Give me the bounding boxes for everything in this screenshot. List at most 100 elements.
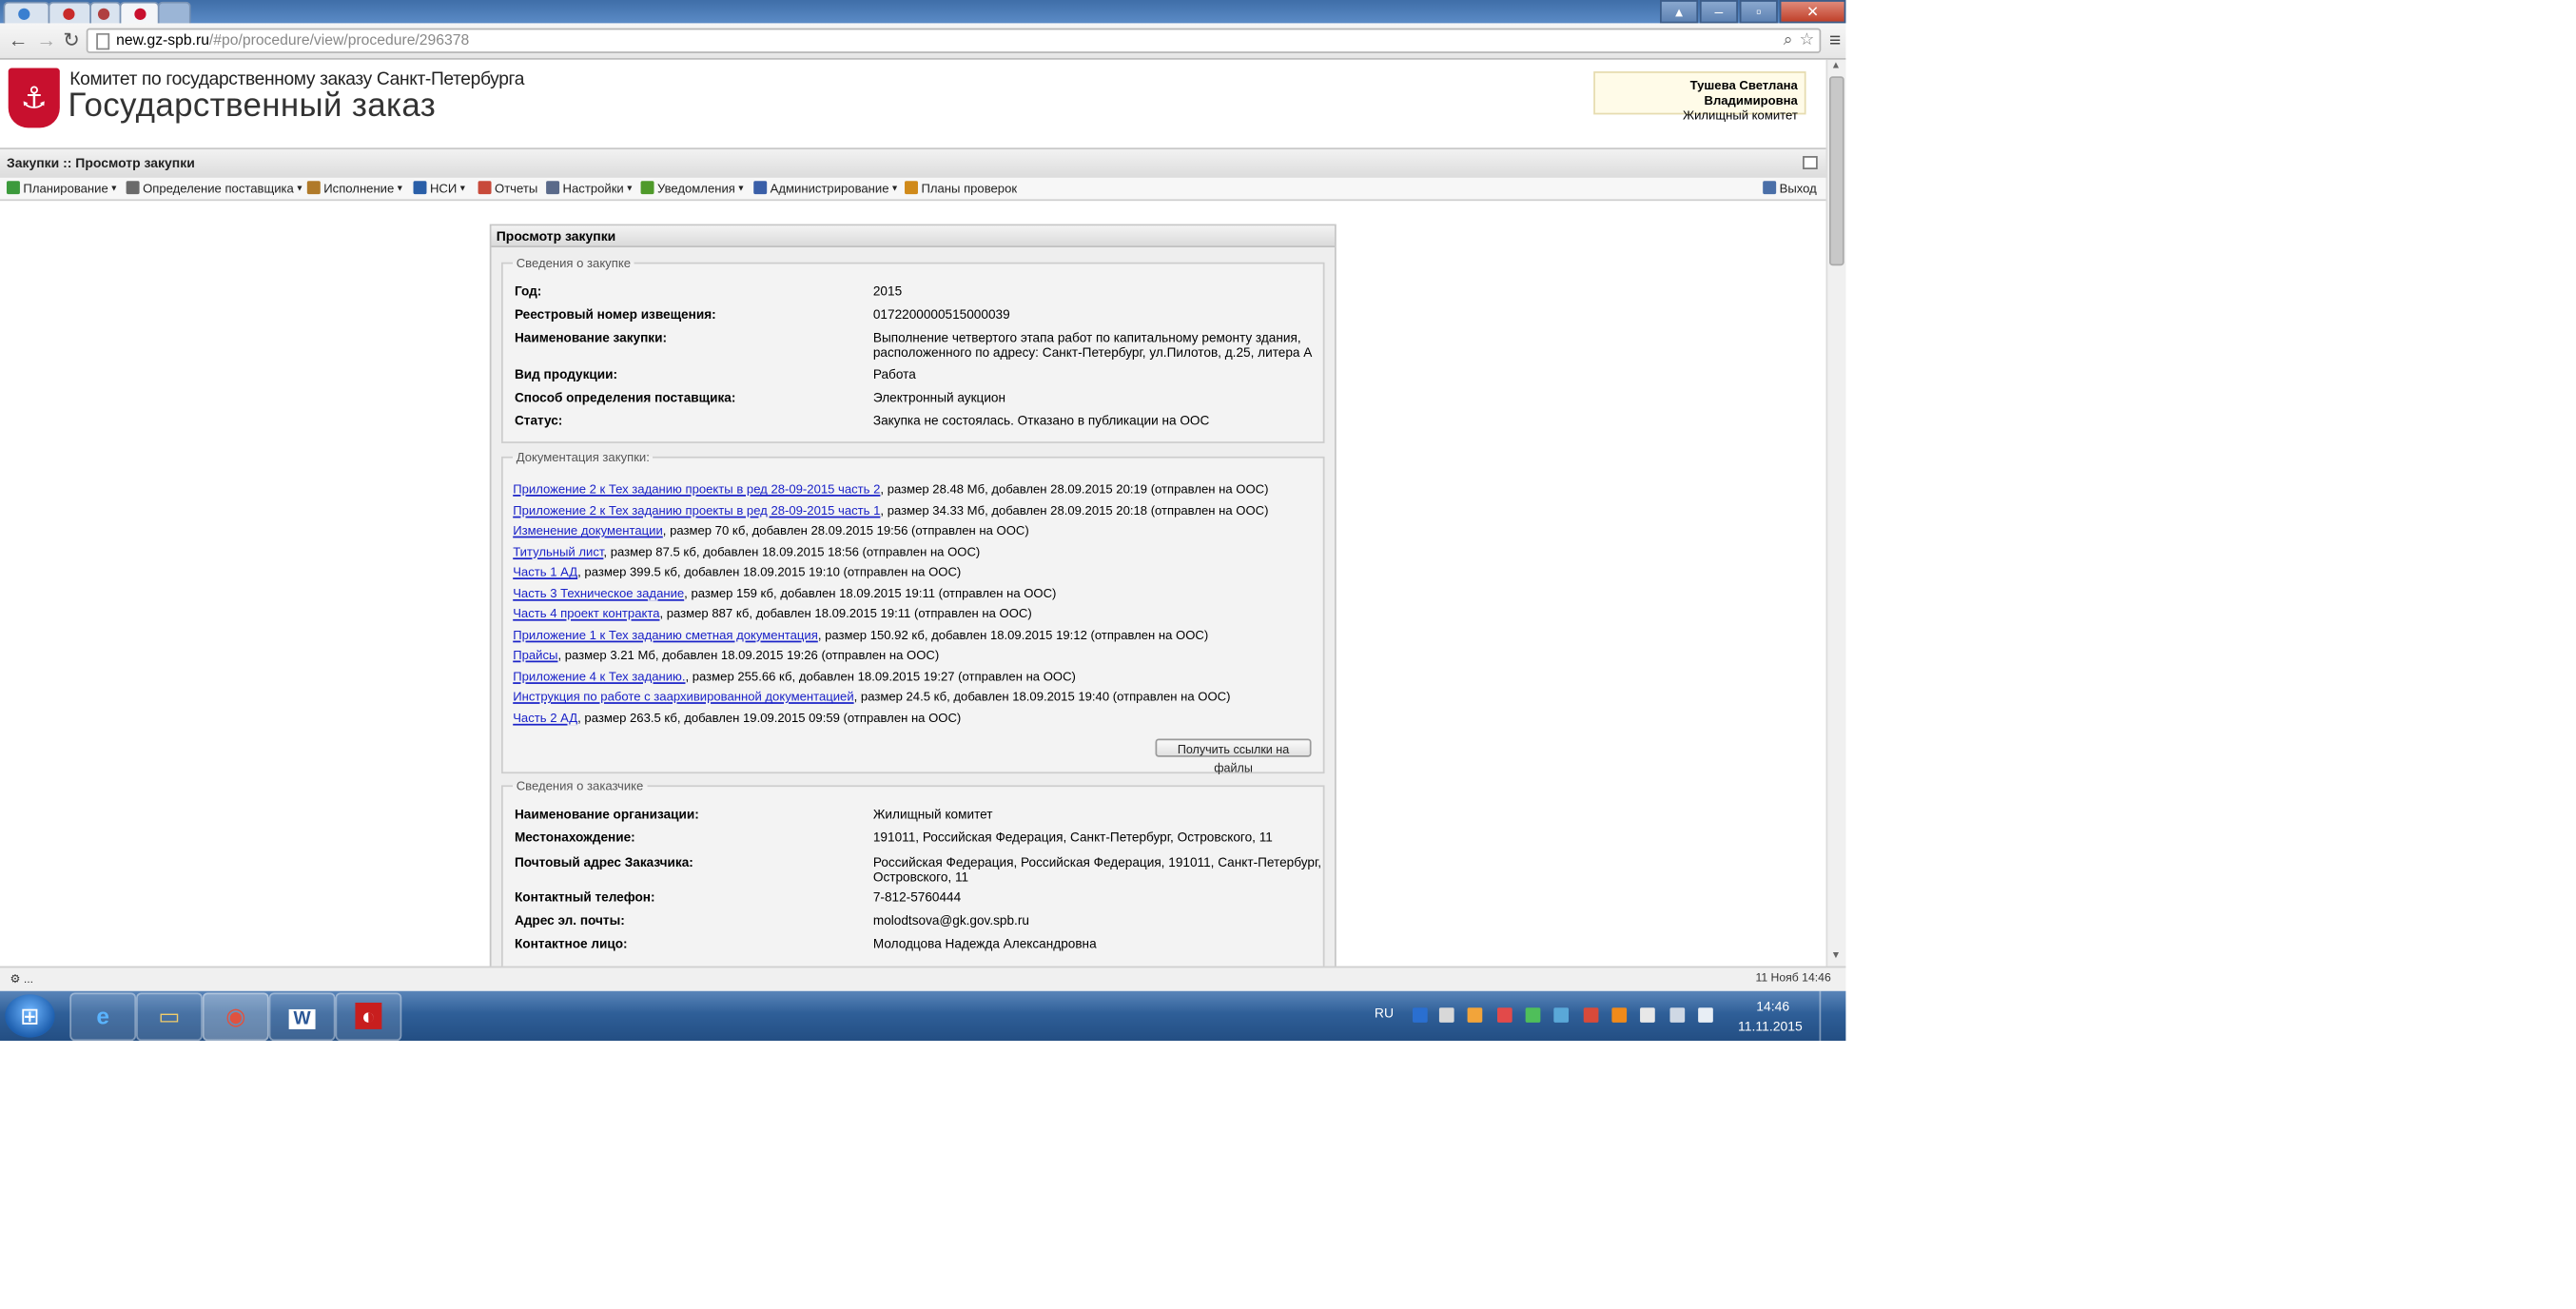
system-name: Государственный заказ (68, 88, 437, 125)
purchase-view-panel: Просмотр закупки Сведения о закупке Год:… (489, 224, 1337, 967)
spb-emblem-logo: ⚓ (8, 68, 60, 128)
bluetooth-icon[interactable] (1412, 1007, 1428, 1023)
menu-reference[interactable]: НСИ ▼ (413, 181, 467, 196)
document-item: Инструкция по работе с заархивированной … (513, 689, 1231, 704)
close-icon[interactable]: ✕ (1779, 0, 1846, 24)
panel-title: Просмотр закупки (491, 225, 1335, 248)
new-tab-button[interactable] (157, 1, 191, 26)
document-link[interactable]: Инструкция по работе с заархивированной … (513, 689, 853, 704)
caret-down-icon: ▼ (295, 184, 304, 195)
document-link[interactable]: Прайсы (513, 648, 557, 663)
reference-icon (413, 181, 427, 195)
menu-notifications[interactable]: Уведомления ▼ (640, 181, 746, 196)
caret-down-icon: ▼ (736, 184, 746, 195)
vertical-scrollbar[interactable]: ▲ ▼ (1825, 59, 1846, 967)
browser-tab-1[interactable] (3, 1, 50, 26)
document-link[interactable]: Часть 1 АД (513, 564, 577, 579)
status-bar: ⚙ ... 11 Нояб 14:46 (0, 966, 1846, 991)
back-icon[interactable]: ← (9, 29, 29, 51)
browser-menu-icon[interactable]: ≡ (1829, 29, 1841, 51)
tray-monitor-icon[interactable] (1669, 1007, 1686, 1023)
document-item: Титульный лист, размер 87.5 кб, добавлен… (513, 543, 981, 559)
caret-down-icon: ▼ (109, 184, 119, 195)
zoom-icon[interactable]: ⌕ (1784, 29, 1793, 51)
tray-keyboard-icon[interactable] (1438, 1007, 1454, 1023)
maximize-icon[interactable]: ▫ (1739, 0, 1778, 24)
browser-tab-3[interactable] (89, 1, 122, 26)
caret-down-icon: ▼ (459, 184, 467, 195)
scrollbar-thumb[interactable] (1828, 76, 1844, 266)
document-item: Часть 3 Техническое задание, размер 159 … (513, 585, 1057, 600)
bookmark-star-icon[interactable]: ☆ (1800, 29, 1815, 51)
breadcrumb-bar: Закупки :: Просмотр закупки (0, 147, 1826, 180)
menu-supplier-selection[interactable]: Определение поставщика ▼ (126, 181, 304, 196)
document-link[interactable]: Часть 3 Техническое задание (513, 585, 684, 600)
browser-toolbar: ← → ↻ new.gz-spb.ru/#po/procedure/view/p… (0, 23, 1846, 60)
section-legend: Документация закупки: (516, 449, 650, 465)
tab-favicon-icon (63, 8, 75, 20)
address-bar[interactable]: new.gz-spb.ru/#po/procedure/view/procedu… (86, 28, 1822, 53)
menu-administration[interactable]: Администрирование ▼ (753, 181, 899, 196)
logout-icon (1763, 181, 1777, 195)
document-item: Приложение 4 к Тех заданию., размер 255.… (513, 668, 1076, 684)
taskbar-ie[interactable]: e (69, 992, 137, 1042)
collapse-header-button[interactable] (1803, 156, 1818, 169)
browser-tab-2[interactable] (48, 1, 91, 26)
menu-settings[interactable]: Настройки ▼ (546, 181, 634, 196)
menu-reports[interactable]: Отчеты (478, 181, 537, 196)
tray-network-icon[interactable] (1525, 1007, 1541, 1023)
minimize-icon[interactable]: – (1699, 0, 1739, 24)
start-button[interactable]: ⊞ (5, 994, 55, 1038)
menu-inspection-plans[interactable]: Планы проверок (905, 181, 1017, 196)
browser-tab-active[interactable] (119, 1, 160, 26)
tray-app-icon[interactable] (1467, 1007, 1483, 1023)
caret-down-icon: ▼ (625, 184, 634, 195)
inspection-icon (905, 181, 918, 195)
menu-execution[interactable]: Исполнение ▼ (306, 181, 404, 196)
document-link[interactable]: Приложение 4 к Тех заданию. (513, 668, 685, 683)
tray-tool-icon[interactable] (1583, 1007, 1599, 1023)
show-desktop-button[interactable] (1819, 990, 1844, 1042)
volume-icon[interactable] (1698, 1007, 1713, 1023)
tray-filezilla-icon[interactable] (1611, 1007, 1628, 1023)
word-icon: W (288, 1008, 316, 1029)
scroll-down-icon[interactable]: ▼ (1831, 951, 1841, 961)
browser-tab-strip: ▴ – ▫ ✕ (0, 0, 1846, 26)
supplier-icon (126, 181, 140, 195)
taskbar-chrome[interactable]: ◉ (202, 992, 269, 1042)
user-profile-icon[interactable]: ▴ (1660, 0, 1699, 24)
admin-icon (753, 181, 768, 195)
ie-icon: e (96, 1002, 109, 1029)
status-indicator: ⚙ ... (10, 974, 34, 987)
language-indicator[interactable]: RU (1375, 1006, 1394, 1021)
tray-pdf-icon[interactable] (1496, 1007, 1512, 1023)
document-item: Часть 2 АД, размер 263.5 кб, добавлен 19… (513, 709, 962, 725)
menu-planning[interactable]: Планирование ▼ (6, 181, 119, 196)
document-item: Прайсы, размер 3.21 Мб, добавлен 18.09.2… (513, 647, 940, 663)
document-link[interactable]: Приложение 1 к Тех заданию сметная докум… (513, 627, 818, 642)
reload-icon[interactable]: ↻ (63, 29, 80, 51)
caret-down-icon: ▼ (890, 184, 899, 195)
tray-sync-icon[interactable] (1553, 1007, 1570, 1023)
forward-icon[interactable]: → (36, 29, 56, 51)
clock-date[interactable]: 11.11.2015 (1738, 1019, 1803, 1034)
taskbar-red-app[interactable]: ◐ (335, 992, 402, 1042)
app-red-icon: ◐ (355, 1002, 382, 1029)
get-file-links-button[interactable]: Получить ссылки на файлы (1155, 738, 1312, 775)
document-item: Приложение 2 к Тех заданию проекты в ред… (513, 481, 1269, 497)
document-link[interactable]: Титульный лист (513, 543, 603, 558)
taskbar-word[interactable]: W (268, 992, 336, 1042)
document-item: Приложение 1 к Тех заданию сметная докум… (513, 626, 1209, 642)
document-link[interactable]: Часть 4 проект контракта (513, 606, 659, 621)
taskbar-explorer[interactable]: ▭ (136, 992, 203, 1042)
reports-icon (478, 181, 492, 195)
tray-flag-icon[interactable] (1640, 1007, 1655, 1023)
document-link[interactable]: Приложение 2 к Тех заданию проекты в ред… (513, 502, 880, 518)
logout-button[interactable]: Выход (1763, 181, 1817, 196)
documentation-section: Документация закупки: Приложение 2 к Тех… (500, 449, 1325, 775)
scroll-up-icon[interactable]: ▲ (1831, 62, 1841, 71)
document-link[interactable]: Часть 2 АД (513, 710, 577, 725)
document-link[interactable]: Изменение документации (513, 523, 663, 538)
document-link[interactable]: Приложение 2 к Тех заданию проекты в ред… (513, 481, 880, 497)
clock-time[interactable]: 14:46 (1756, 999, 1789, 1014)
